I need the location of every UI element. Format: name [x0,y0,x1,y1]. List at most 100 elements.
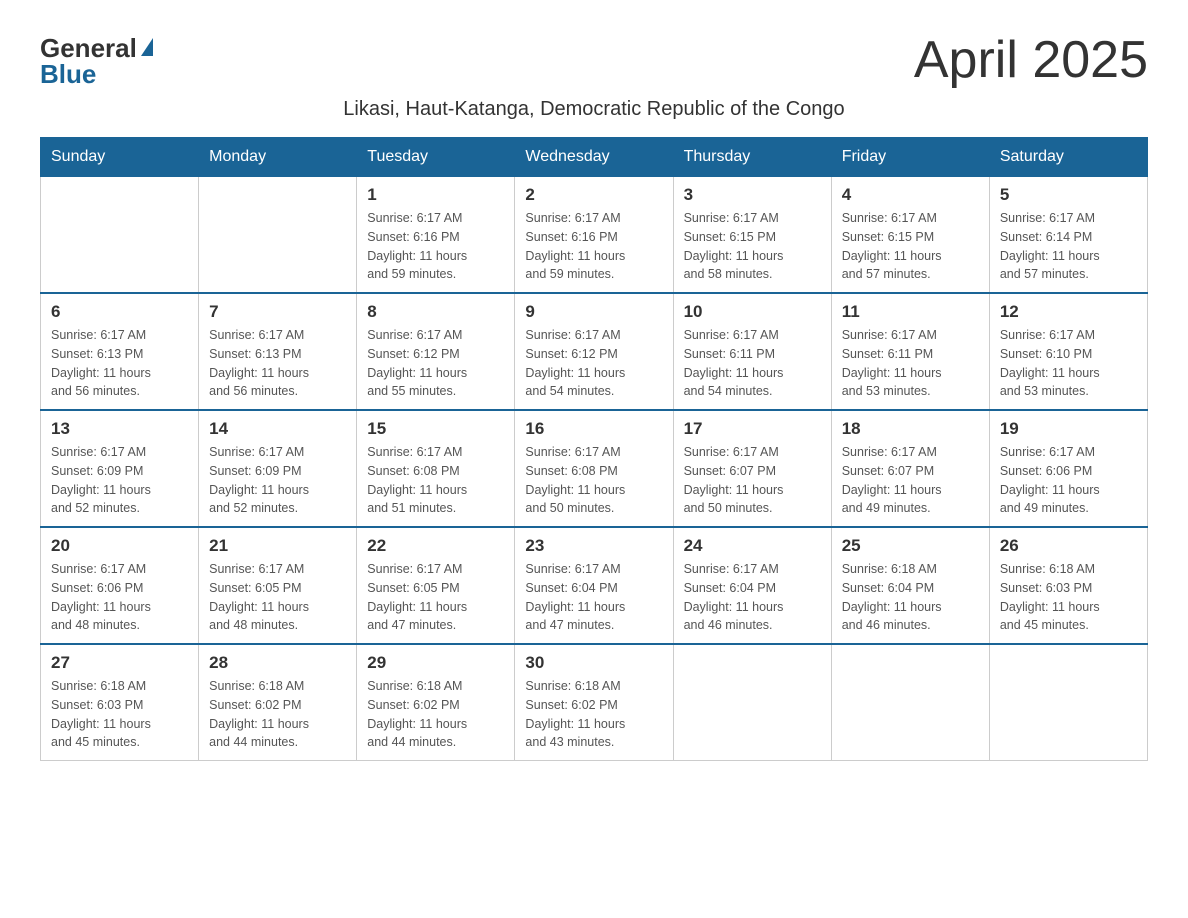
day-info: Sunrise: 6:17 AM Sunset: 6:04 PM Dayligh… [525,560,662,635]
calendar-cell: 26 Sunrise: 6:18 AM Sunset: 6:03 PM Dayli… [989,527,1147,644]
day-info: Sunrise: 6:17 AM Sunset: 6:05 PM Dayligh… [367,560,504,635]
day-number: 5 [1000,185,1137,205]
day-info: Sunrise: 6:17 AM Sunset: 6:13 PM Dayligh… [209,326,346,401]
calendar-day-header: Thursday [673,138,831,177]
day-info: Sunrise: 6:17 AM Sunset: 6:12 PM Dayligh… [367,326,504,401]
day-number: 22 [367,536,504,556]
day-number: 28 [209,653,346,673]
day-info: Sunrise: 6:17 AM Sunset: 6:16 PM Dayligh… [525,209,662,284]
calendar-cell: 30 Sunrise: 6:18 AM Sunset: 6:02 PM Dayli… [515,644,673,761]
day-number: 13 [51,419,188,439]
day-info: Sunrise: 6:18 AM Sunset: 6:03 PM Dayligh… [1000,560,1137,635]
day-info: Sunrise: 6:18 AM Sunset: 6:02 PM Dayligh… [367,677,504,752]
day-info: Sunrise: 6:17 AM Sunset: 6:10 PM Dayligh… [1000,326,1137,401]
day-info: Sunrise: 6:17 AM Sunset: 6:04 PM Dayligh… [684,560,821,635]
calendar-cell: 9 Sunrise: 6:17 AM Sunset: 6:12 PM Daylig… [515,293,673,410]
calendar-cell [199,177,357,294]
calendar-cell: 2Sunrise: 6:17 AM Sunset: 6:16 PM Daylig… [515,177,673,294]
day-number: 17 [684,419,821,439]
calendar-day-header: Monday [199,138,357,177]
calendar-body: 1 Sunrise: 6:17 AM Sunset: 6:16 PM Daylig… [41,177,1148,761]
calendar-cell: 4 Sunrise: 6:17 AM Sunset: 6:15 PM Daylig… [831,177,989,294]
day-info: Sunrise: 6:17 AM Sunset: 6:07 PM Dayligh… [684,443,821,518]
day-number: 11 [842,302,979,322]
day-info: Sunrise: 6:17 AM Sunset: 6:15 PM Dayligh… [842,209,979,284]
calendar-cell: 28Sunrise: 6:18 AM Sunset: 6:02 PM Dayli… [199,644,357,761]
day-info: Sunrise: 6:17 AM Sunset: 6:07 PM Dayligh… [842,443,979,518]
day-number: 19 [1000,419,1137,439]
day-info: Sunrise: 6:17 AM Sunset: 6:15 PM Dayligh… [684,209,821,284]
calendar-day-header: Wednesday [515,138,673,177]
day-info: Sunrise: 6:17 AM Sunset: 6:13 PM Dayligh… [51,326,188,401]
day-number: 1 [367,185,504,205]
calendar-cell: 1Sunrise: 6:17 AM Sunset: 6:16 PM Daylig… [357,177,515,294]
calendar-day-header: Saturday [989,138,1147,177]
day-info: Sunrise: 6:17 AM Sunset: 6:11 PM Dayligh… [842,326,979,401]
calendar-cell: 5 Sunrise: 6:17 AM Sunset: 6:14 PM Daylig… [989,177,1147,294]
day-number: 30 [525,653,662,673]
calendar-cell [41,177,199,294]
day-info: Sunrise: 6:17 AM Sunset: 6:09 PM Dayligh… [51,443,188,518]
calendar-day-header: Tuesday [357,138,515,177]
day-info: Sunrise: 6:18 AM Sunset: 6:03 PM Dayligh… [51,677,188,752]
calendar-week-row: 27 Sunrise: 6:18 AM Sunset: 6:03 PM Dayli… [41,644,1148,761]
day-number: 21 [209,536,346,556]
calendar-cell: 17 Sunrise: 6:17 AM Sunset: 6:07 PM Dayli… [673,410,831,527]
calendar-cell [989,644,1147,761]
day-number: 25 [842,536,979,556]
day-info: Sunrise: 6:17 AM Sunset: 6:08 PM Dayligh… [367,443,504,518]
day-number: 6 [51,302,188,322]
calendar-cell: 22 Sunrise: 6:17 AM Sunset: 6:05 PM Dayli… [357,527,515,644]
calendar-week-row: 20Sunrise: 6:17 AM Sunset: 6:06 PM Dayli… [41,527,1148,644]
calendar-day-header: Friday [831,138,989,177]
calendar-cell [831,644,989,761]
day-info: Sunrise: 6:18 AM Sunset: 6:02 PM Dayligh… [525,677,662,752]
calendar-cell: 16 Sunrise: 6:17 AM Sunset: 6:08 PM Dayli… [515,410,673,527]
calendar-day-header: Sunday [41,138,199,177]
logo-blue-text: Blue [40,61,96,87]
day-number: 14 [209,419,346,439]
subtitle: Likasi, Haut-Katanga, Democratic Republi… [40,98,1148,121]
day-number: 15 [367,419,504,439]
calendar-cell: 11 Sunrise: 6:17 AM Sunset: 6:11 PM Dayli… [831,293,989,410]
calendar-cell: 10Sunrise: 6:17 AM Sunset: 6:11 PM Dayli… [673,293,831,410]
day-info: Sunrise: 6:17 AM Sunset: 6:06 PM Dayligh… [1000,443,1137,518]
day-info: Sunrise: 6:18 AM Sunset: 6:04 PM Dayligh… [842,560,979,635]
logo-triangle-icon [141,38,153,56]
day-number: 9 [525,302,662,322]
calendar-cell: 15 Sunrise: 6:17 AM Sunset: 6:08 PM Dayli… [357,410,515,527]
calendar-cell: 7 Sunrise: 6:17 AM Sunset: 6:13 PM Daylig… [199,293,357,410]
day-info: Sunrise: 6:17 AM Sunset: 6:09 PM Dayligh… [209,443,346,518]
calendar-cell: 8Sunrise: 6:17 AM Sunset: 6:12 PM Daylig… [357,293,515,410]
day-info: Sunrise: 6:17 AM Sunset: 6:05 PM Dayligh… [209,560,346,635]
day-info: Sunrise: 6:17 AM Sunset: 6:11 PM Dayligh… [684,326,821,401]
calendar-cell: 12 Sunrise: 6:17 AM Sunset: 6:10 PM Dayli… [989,293,1147,410]
logo-general-text: General [40,35,137,61]
calendar-cell: 21 Sunrise: 6:17 AM Sunset: 6:05 PM Dayli… [199,527,357,644]
day-number: 26 [1000,536,1137,556]
day-info: Sunrise: 6:17 AM Sunset: 6:14 PM Dayligh… [1000,209,1137,284]
day-number: 20 [51,536,188,556]
calendar-cell: 19 Sunrise: 6:17 AM Sunset: 6:06 PM Dayli… [989,410,1147,527]
day-number: 27 [51,653,188,673]
logo: General Blue [40,30,153,87]
day-number: 3 [684,185,821,205]
calendar-cell: 20Sunrise: 6:17 AM Sunset: 6:06 PM Dayli… [41,527,199,644]
day-number: 12 [1000,302,1137,322]
day-info: Sunrise: 6:17 AM Sunset: 6:12 PM Dayligh… [525,326,662,401]
day-number: 7 [209,302,346,322]
calendar-cell: 6 Sunrise: 6:17 AM Sunset: 6:13 PM Daylig… [41,293,199,410]
calendar-cell: 25 Sunrise: 6:18 AM Sunset: 6:04 PM Dayli… [831,527,989,644]
calendar-week-row: 13 Sunrise: 6:17 AM Sunset: 6:09 PM Dayli… [41,410,1148,527]
day-number: 16 [525,419,662,439]
header: General Blue April 2025 [40,30,1148,90]
calendar-cell: 18Sunrise: 6:17 AM Sunset: 6:07 PM Dayli… [831,410,989,527]
calendar: SundayMondayTuesdayWednesdayThursdayFrid… [40,137,1148,761]
day-info: Sunrise: 6:17 AM Sunset: 6:08 PM Dayligh… [525,443,662,518]
calendar-cell: 29Sunrise: 6:18 AM Sunset: 6:02 PM Dayli… [357,644,515,761]
day-number: 4 [842,185,979,205]
day-number: 24 [684,536,821,556]
calendar-cell [673,644,831,761]
calendar-cell: 23Sunrise: 6:17 AM Sunset: 6:04 PM Dayli… [515,527,673,644]
calendar-cell: 14 Sunrise: 6:17 AM Sunset: 6:09 PM Dayli… [199,410,357,527]
